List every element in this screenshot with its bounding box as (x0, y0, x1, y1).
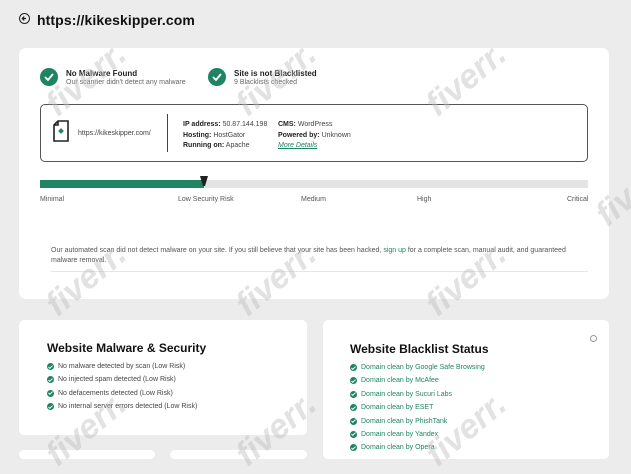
back-arrow-icon[interactable] (19, 13, 30, 24)
list-item-label: No internal server errors detected (Low … (58, 403, 198, 411)
list-item: Domain clean by Yandex (350, 430, 485, 443)
list-item: Domain clean by McAfee (350, 376, 485, 389)
ip-label: IP address: (183, 121, 221, 128)
list-item-label: Domain clean by ESET (361, 404, 434, 412)
info-icon[interactable] (590, 335, 597, 342)
blacklist-status-title: Site is not Blacklisted (234, 69, 317, 78)
sign-up-link[interactable]: sign up (383, 247, 406, 254)
blacklist-check-list: Domain clean by Google Safe Browsing Doma… (350, 363, 485, 457)
list-item: Domain clean by PhishTank (350, 417, 485, 430)
cms-label: CMS: (278, 121, 296, 128)
check-circle-icon (350, 404, 357, 412)
list-item-label: Domain clean by McAfee (361, 377, 439, 385)
list-item: Domain clean by ESET (350, 403, 485, 416)
malware-status-subtitle: Our scanner didn't detect any malware (66, 79, 186, 86)
check-circle-icon (208, 68, 226, 86)
powered-value: Unknown (321, 131, 351, 139)
running-value: Apache (225, 142, 250, 149)
list-item-label: Domain clean by Yandex (361, 430, 439, 438)
check-circle-icon (350, 364, 357, 371)
check-circle-icon (47, 403, 54, 411)
risk-meter (40, 180, 588, 188)
check-circle-icon (47, 389, 54, 397)
site-info-column-1: IP address: 50.87.144.198 Hosting: HostG… (183, 120, 267, 152)
check-circle-icon (350, 390, 357, 398)
malware-status-title: No Malware Found (66, 69, 138, 78)
check-circle-icon (40, 68, 58, 86)
ip-value: 50.87.144.198 (222, 121, 268, 128)
divider (167, 114, 168, 152)
list-item-label: No malware detected by scan (Low Risk) (58, 363, 186, 370)
document-icon (53, 120, 69, 147)
list-item: Domain clean by Sucuri Labs (350, 390, 485, 403)
list-item: Domain clean by Opera (350, 443, 485, 456)
cms-value: WordPress (297, 121, 333, 128)
list-item-label: Domain clean by Google Safe Browsing (361, 364, 485, 371)
check-circle-icon (350, 417, 357, 425)
top-bar: https://kikeskipper.com (0, 0, 631, 42)
blacklist-status-card: Website Blacklist Status Domain clean by… (323, 320, 609, 459)
malware-card-title: Website Malware & Security (47, 341, 207, 355)
running-label: Running on: (183, 142, 225, 149)
risk-meter-fill (40, 180, 205, 188)
list-item: No defacements detected (Low Risk) (47, 389, 197, 402)
list-item: No malware detected by scan (Low Risk) (47, 362, 197, 375)
list-item-label: No defacements detected (Low Risk) (58, 389, 173, 397)
scan-summary-card: No Malware Found Our scanner didn't dete… (19, 48, 609, 299)
list-item-label: Domain clean by Opera (361, 444, 435, 452)
blacklist-card-title: Website Blacklist Status (350, 342, 489, 356)
check-circle-icon (350, 444, 357, 452)
lower-card (19, 450, 155, 459)
list-item-label: Domain clean by PhishTank (361, 417, 448, 425)
malware-security-card: Website Malware & Security No malware de… (19, 320, 307, 435)
risk-label-low: Low Security Risk (178, 196, 234, 203)
check-circle-icon (47, 376, 54, 384)
divider (51, 271, 588, 272)
check-circle-icon (350, 377, 357, 385)
scan-notice: Our automated scan did not detect malwar… (51, 246, 581, 265)
risk-label-critical: Critical (567, 196, 589, 203)
list-item: Domain clean by Google Safe Browsing (350, 363, 485, 376)
list-item-label: No injected spam detected (Low Risk) (58, 376, 176, 384)
more-details-link[interactable]: More Details (278, 142, 317, 149)
list-item: No internal server errors detected (Low … (47, 402, 197, 415)
check-circle-icon (47, 363, 54, 370)
hosting-label: Hosting: (183, 131, 212, 139)
notice-text-before: Our automated scan did not detect malwar… (51, 247, 382, 254)
list-item: No injected spam detected (Low Risk) (47, 375, 197, 388)
blacklist-status-subtitle: 9 Blacklists checked (234, 79, 298, 86)
site-url: https://kikeskipper.com/ (78, 130, 151, 137)
list-item-label: Domain clean by Sucuri Labs (361, 390, 453, 398)
powered-label: Powered by: (278, 131, 320, 139)
site-info-box: https://kikeskipper.com/ IP address: 50.… (40, 104, 588, 162)
malware-check-list: No malware detected by scan (Low Risk) No… (47, 362, 197, 416)
lower-card (170, 450, 307, 459)
risk-label-minimal: Minimal (40, 196, 65, 203)
hosting-value: HostGator (213, 131, 246, 139)
risk-label-medium: Medium (301, 196, 326, 203)
risk-label-high: High (417, 196, 432, 203)
site-info-column-2: CMS: WordPress Powered by: Unknown More … (278, 120, 351, 152)
check-circle-icon (350, 430, 357, 438)
site-url-title: https://kikeskipper.com (37, 12, 195, 28)
